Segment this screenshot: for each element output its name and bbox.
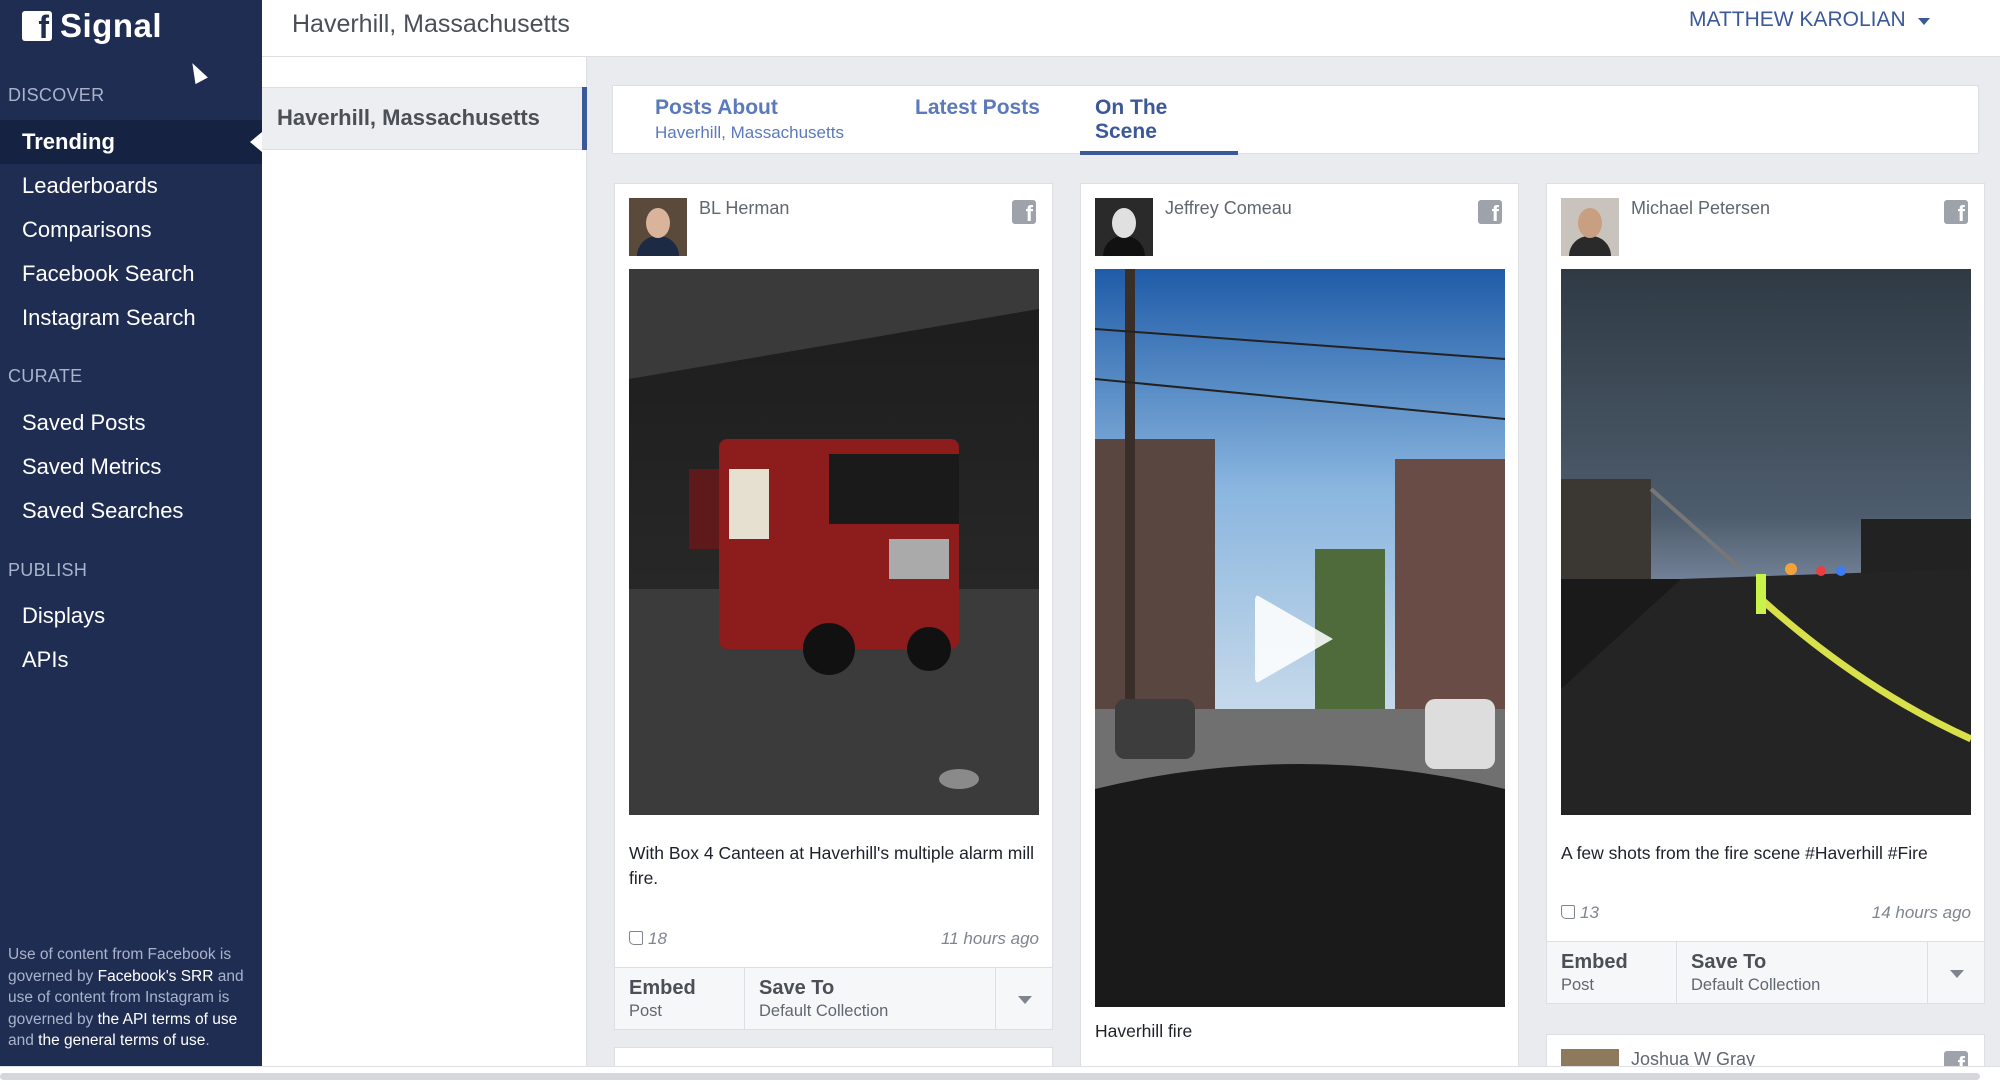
thumbs-up-icon (1561, 905, 1575, 919)
embed-post-button[interactable]: Embed Post (1547, 942, 1677, 1003)
post-author[interactable]: Michael Petersen (1631, 198, 1770, 219)
tab-latest-posts[interactable]: Latest Posts (900, 86, 1055, 155)
general-terms-link[interactable]: the general terms of use (38, 1032, 205, 1049)
post-actions: Embed Post Save To Default Collection (1547, 941, 1984, 1003)
api-terms-link[interactable]: the API terms of use (98, 1011, 238, 1028)
top-bar: Haverhill, Massachusetts MATTHEW KAROLIA… (262, 0, 2000, 57)
collection-dropdown-button[interactable] (1928, 942, 1984, 1003)
post-text: A few shots from the fire scene #Haverhi… (1561, 843, 1928, 863)
post-time: 11 hours ago (941, 929, 1039, 948)
facebook-icon[interactable]: f (1944, 200, 1968, 224)
main-content: Posts About Haverhill, Massachusetts Lat… (587, 57, 2000, 1085)
post-text: Haverhill fire (1095, 1021, 1193, 1041)
post-photo[interactable] (1561, 269, 1971, 815)
likes-count: 18 (629, 929, 667, 949)
user-menu[interactable]: MATTHEW KAROLIAN (1689, 8, 1930, 32)
app-name: Signal (60, 7, 163, 44)
facebook-logo-icon: f (22, 11, 52, 43)
location-item-haverhill[interactable]: Haverhill, Massachusetts (262, 87, 587, 150)
tab-on-the-scene[interactable]: On The Scene (1080, 86, 1238, 155)
legal-footer-note: Use of content from Facebook is governed… (8, 946, 244, 1049)
sidebar-item-instagram-search[interactable]: Instagram Search (0, 296, 262, 340)
mouse-cursor-icon (186, 59, 208, 85)
sidebar-item-displays[interactable]: Displays (0, 594, 262, 638)
collection-dropdown-button[interactable] (996, 968, 1052, 1029)
avatar[interactable] (1561, 198, 1619, 256)
section-heading-discover: DISCOVER (8, 85, 105, 105)
sidebar-item-saved-searches[interactable]: Saved Searches (0, 489, 262, 533)
horizontal-scrollbar[interactable] (0, 1066, 2000, 1085)
likes-count: 13 (1561, 903, 1599, 923)
save-to-collection-button[interactable]: Save To Default Collection (745, 968, 996, 1029)
section-heading-curate: CURATE (8, 366, 83, 386)
post-card: Michael Petersen f A few shots from the … (1546, 183, 1985, 1004)
user-name: MATTHEW KAROLIAN (1689, 8, 1906, 31)
avatar[interactable] (1095, 198, 1153, 256)
sidebar-item-trending[interactable]: Trending (0, 120, 262, 164)
facebook-srr-link[interactable]: Facebook's SRR (98, 968, 214, 985)
scrollbar-thumb[interactable] (0, 1073, 1980, 1080)
post-stats: 18 11 hours ago (629, 929, 1039, 953)
post-card: BL Herman f With Box 4 Canteen at Haverh… (614, 183, 1053, 1030)
avatar[interactable] (629, 198, 687, 256)
signal-logo[interactable]: f Signal (22, 4, 162, 48)
facebook-icon[interactable]: f (1012, 200, 1036, 224)
post-text: With Box 4 Canteen at Haverhill's multip… (629, 843, 1035, 888)
sidebar-item-saved-metrics[interactable]: Saved Metrics (0, 445, 262, 489)
page-title: Haverhill, Massachusetts (292, 10, 570, 38)
post-photo[interactable] (629, 269, 1039, 815)
sidebar-item-apis[interactable]: APIs (0, 638, 262, 682)
chevron-down-icon (1917, 18, 1930, 25)
sidebar: f Signal DISCOVER Trending Leaderboards … (0, 0, 262, 1066)
tab-bar: Posts About Haverhill, Massachusetts Lat… (612, 85, 1979, 155)
thumbs-up-icon (629, 931, 643, 945)
embed-post-button[interactable]: Embed Post (615, 968, 745, 1029)
post-actions: Embed Post Save To Default Collection (615, 967, 1052, 1029)
sidebar-item-comparisons[interactable]: Comparisons (0, 208, 262, 252)
sidebar-item-facebook-search[interactable]: Facebook Search (0, 252, 262, 296)
save-to-collection-button[interactable]: Save To Default Collection (1677, 942, 1928, 1003)
locations-panel: Haverhill, Massachusetts (262, 57, 587, 1066)
post-video[interactable] (1095, 269, 1505, 1007)
facebook-icon[interactable]: f (1478, 200, 1502, 224)
section-heading-publish: PUBLISH (8, 560, 88, 580)
tab-posts-about[interactable]: Posts About Haverhill, Massachusetts (640, 86, 859, 155)
sidebar-item-saved-posts[interactable]: Saved Posts (0, 401, 262, 445)
post-time: 14 hours ago (1871, 903, 1971, 922)
post-stats: 13 14 hours ago (1561, 903, 1971, 927)
post-card: Jeffrey Comeau f Haverhill fire (1080, 183, 1519, 1078)
post-author[interactable]: Jeffrey Comeau (1165, 198, 1292, 219)
sidebar-item-leaderboards[interactable]: Leaderboards (0, 164, 262, 208)
play-icon[interactable] (1255, 594, 1333, 684)
post-author[interactable]: BL Herman (699, 198, 789, 219)
